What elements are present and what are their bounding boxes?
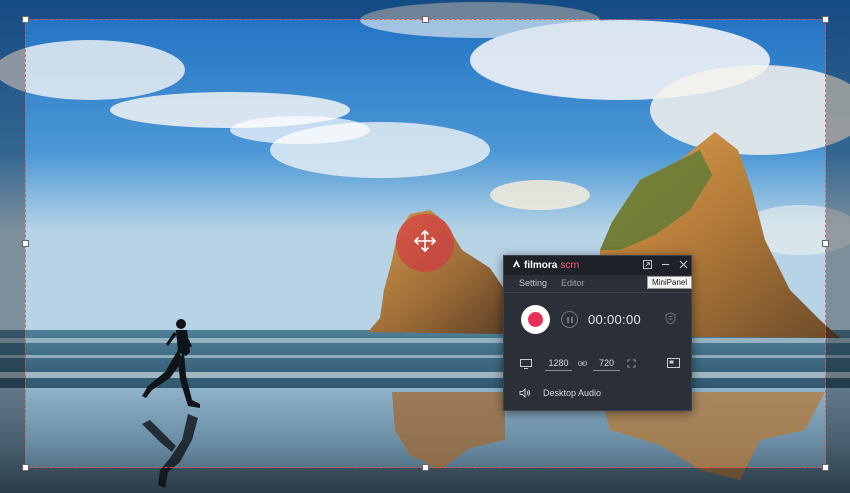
resize-handle-top[interactable] xyxy=(422,16,429,23)
monitor-icon[interactable] xyxy=(520,359,532,371)
height-input[interactable]: 720 xyxy=(593,357,620,371)
speaker-icon xyxy=(519,388,531,398)
minimize-button[interactable] xyxy=(658,258,672,272)
audio-source-label: Desktop Audio xyxy=(543,388,602,398)
tab-setting[interactable]: Setting xyxy=(519,278,547,288)
resize-handle-top-right[interactable] xyxy=(822,16,829,23)
close-button[interactable] xyxy=(676,258,690,272)
filmora-logo-icon xyxy=(512,259,521,271)
resize-handle-bottom[interactable] xyxy=(422,464,429,471)
app-brand-suffix: scrn xyxy=(560,259,580,271)
move-icon xyxy=(412,228,438,259)
resize-handle-top-left[interactable] xyxy=(22,16,29,23)
recording-timer: 00:00:00 xyxy=(588,312,642,327)
width-input[interactable]: 1280 xyxy=(545,357,572,371)
audio-row[interactable]: Desktop Audio xyxy=(519,386,601,400)
dim-right xyxy=(826,19,850,468)
tab-editor[interactable]: Editor xyxy=(561,278,585,288)
shield-icon[interactable] xyxy=(665,312,676,330)
resize-handle-bottom-left[interactable] xyxy=(22,464,29,471)
close-icon xyxy=(679,256,688,274)
minipanel-button[interactable] xyxy=(640,258,654,272)
app-logo: filmora scrn xyxy=(512,259,579,271)
pause-icon xyxy=(566,316,574,323)
minipanel-tooltip: MiniPanel xyxy=(647,276,693,289)
record-button[interactable] xyxy=(521,305,550,334)
minimize-icon xyxy=(661,256,670,274)
app-brand: filmora xyxy=(524,259,558,271)
screen-select-icon[interactable] xyxy=(667,358,680,370)
move-handle[interactable] xyxy=(396,214,454,272)
record-icon xyxy=(528,312,543,327)
minipanel-icon xyxy=(642,256,652,274)
resize-handle-left[interactable] xyxy=(22,240,29,247)
title-bar[interactable]: filmora scrn xyxy=(504,256,691,275)
resize-handle-bottom-right[interactable] xyxy=(822,464,829,471)
pause-button[interactable] xyxy=(561,311,578,328)
recorder-panel: filmora scrn Setting Editor MiniPanel 00… xyxy=(503,255,693,411)
divider xyxy=(504,292,691,293)
resize-handle-right[interactable] xyxy=(822,240,829,247)
link-icon[interactable] xyxy=(578,359,587,370)
dim-bottom xyxy=(0,468,850,493)
fullscreen-icon[interactable] xyxy=(627,359,636,370)
resolution-row: 1280 720 xyxy=(519,357,684,373)
panel-tabs: Setting Editor xyxy=(519,278,585,288)
